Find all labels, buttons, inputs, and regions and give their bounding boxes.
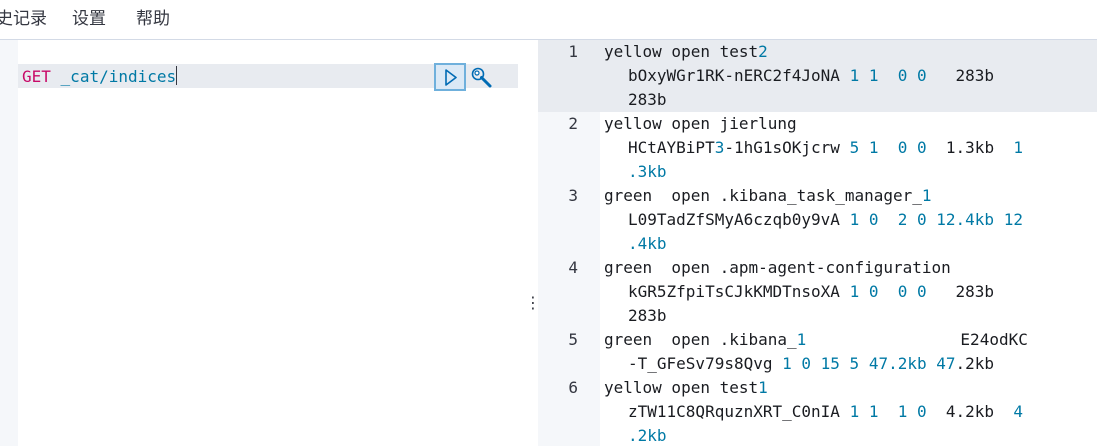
pane-resize-handle[interactable]: ⋮ xyxy=(518,40,541,446)
line-number: 5 xyxy=(568,330,578,349)
request-path: _cat/indices xyxy=(60,67,177,86)
output-row: zTW11C8QRquznXRT_C0nIA 1 1 1 0 4.2kb 4 xyxy=(628,402,1023,421)
request-method: GET xyxy=(22,67,51,86)
text-cursor xyxy=(176,66,178,85)
wrench-icon[interactable] xyxy=(470,66,496,90)
output-row: green open .kibana_task_manager_1 xyxy=(604,186,932,205)
request-line[interactable]: GET _cat/indices xyxy=(22,66,178,87)
output-row: yellow open test1 xyxy=(604,378,768,397)
output-row: 283b xyxy=(628,306,667,325)
line-number: 4 xyxy=(568,258,578,277)
output-row: yellow open jierlung xyxy=(604,114,797,133)
response-output: 1 2 3 4 5 6 yellow open test2 bOxyWGr1RK… xyxy=(538,40,1097,446)
output-row: bOxyWGr1RK-nERC2f4JoNA 1 1 0 0 283b xyxy=(628,66,995,85)
output-row: L09TadZfSMyA6czqb0y9vA 1 0 2 0 12.4kb 12 xyxy=(628,210,1023,229)
play-icon xyxy=(445,69,457,86)
line-number: 3 xyxy=(568,186,578,205)
output-row: .4kb xyxy=(628,234,667,253)
menu-settings[interactable]: 设置 xyxy=(72,4,106,29)
output-row: green open .kibana_1 E24odKC xyxy=(604,330,1028,349)
output-row: -T_GFeSv79s8Qvg 1 0 15 5 47.2kb 47.2kb xyxy=(628,354,995,373)
output-row: green open .apm-agent-configuration xyxy=(604,258,951,277)
output-row: kGR5ZfpiTsCJkKMDTnsoXA 1 0 0 0 283b xyxy=(628,282,995,301)
send-request-button[interactable] xyxy=(434,63,466,91)
editor-gutter xyxy=(0,40,18,446)
menu-history[interactable]: 史记录 xyxy=(0,4,47,29)
output-row: .3kb xyxy=(628,162,667,181)
output-row: 283b xyxy=(628,90,667,109)
output-row: HCtAYBiPT3-1hG1sOKjcrw 5 1 0 0 1.3kb 1 xyxy=(628,138,1023,157)
request-editor[interactable]: GET _cat/indices xyxy=(0,40,518,446)
top-menu-bar: 史记录 设置 帮助 xyxy=(0,0,1097,40)
output-row: yellow open test2 xyxy=(604,42,768,61)
output-row: .2kb xyxy=(628,426,667,445)
menu-help[interactable]: 帮助 xyxy=(136,4,170,29)
line-number: 6 xyxy=(568,378,578,397)
line-number: 2 xyxy=(568,114,578,133)
line-number: 1 xyxy=(568,42,578,61)
